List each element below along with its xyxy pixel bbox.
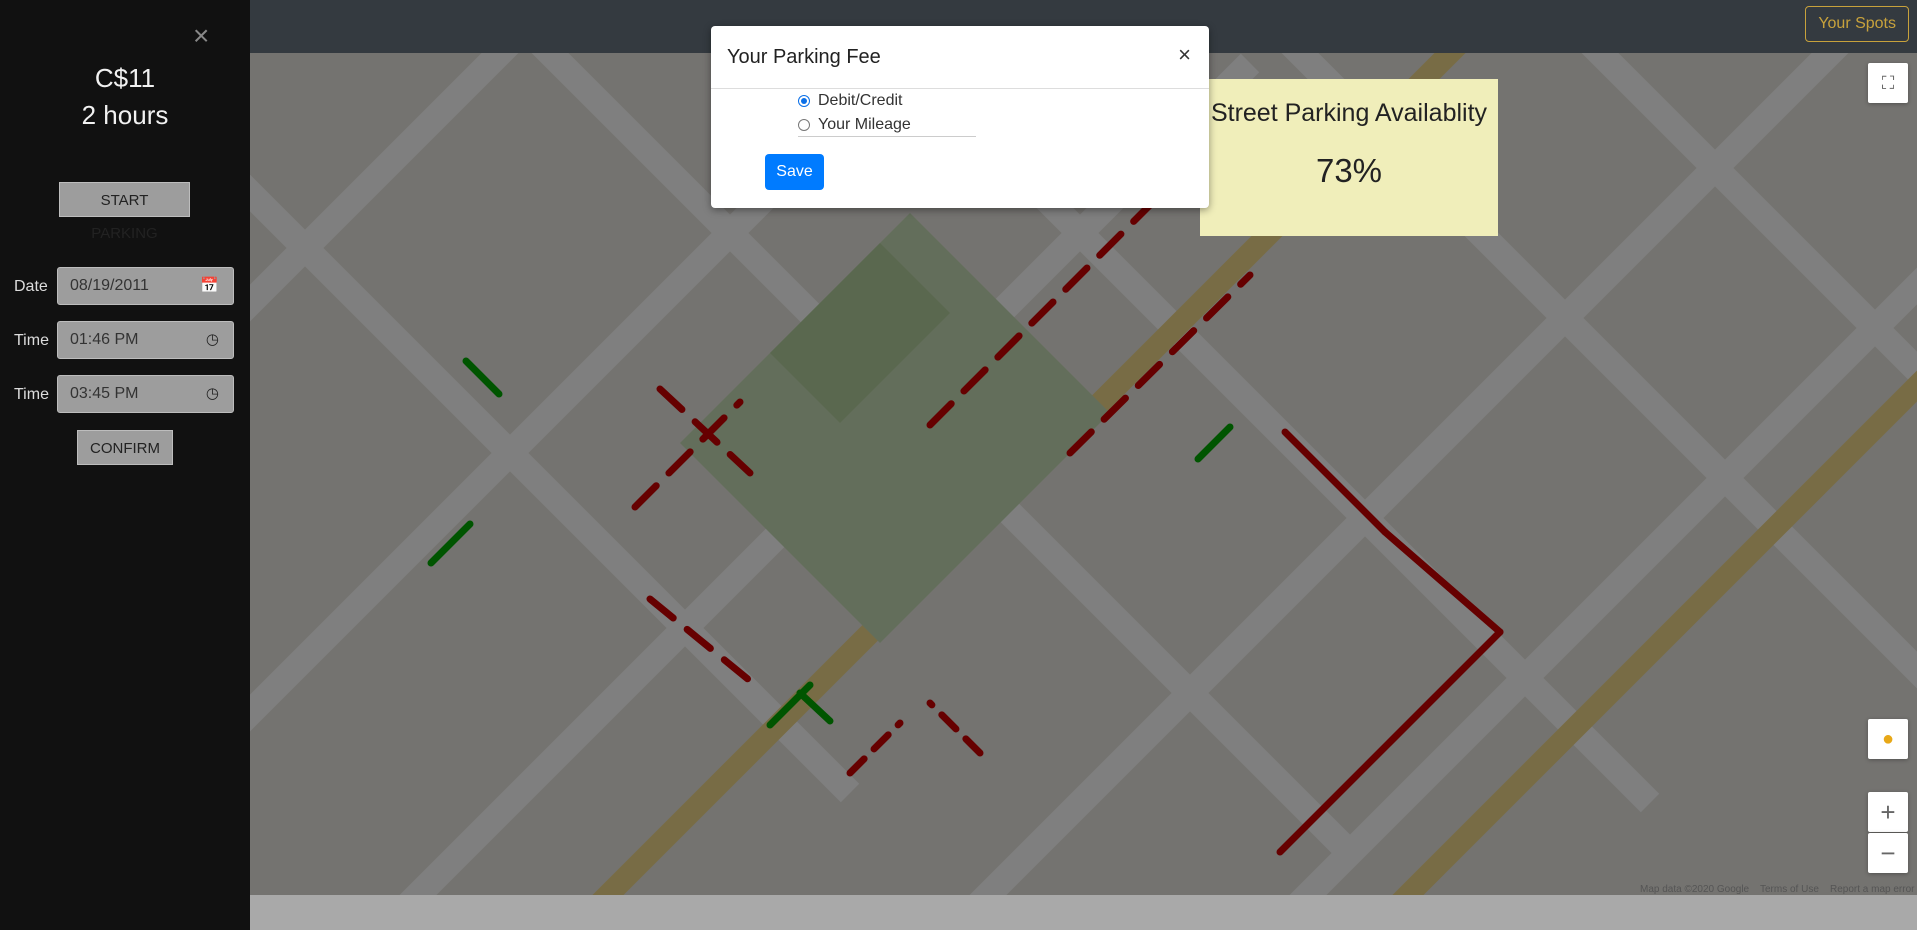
calendar-icon[interactable]: 📅 bbox=[200, 268, 219, 304]
start-time-value: 01:46 PM bbox=[70, 331, 139, 348]
modal-title: Your Parking Fee bbox=[727, 46, 881, 68]
parking-duration: 2 hours bbox=[81, 100, 169, 130]
your-spots-button[interactable]: Your Spots bbox=[1805, 6, 1909, 42]
modal-close-icon[interactable]: × bbox=[1178, 44, 1191, 66]
pegman-icon: ● bbox=[1881, 727, 1895, 750]
street-parking-availability-card: Street Parking Availablity 73% bbox=[1200, 79, 1498, 236]
pegman-button[interactable]: ● bbox=[1868, 719, 1908, 759]
terms-of-use-link[interactable]: Terms of Use bbox=[1760, 884, 1819, 895]
parking-fee-modal: Your Parking Fee × Debit/Credit Your Mil… bbox=[711, 26, 1209, 208]
fullscreen-button[interactable]: ⛶ bbox=[1868, 63, 1908, 103]
save-button[interactable]: Save bbox=[765, 154, 824, 190]
start-parking-button[interactable]: START PARKING bbox=[59, 182, 190, 242]
debit-credit-option[interactable]: Debit/Credit bbox=[798, 92, 902, 110]
date-label: Date bbox=[14, 278, 48, 295]
date-value: 08/19/2011 bbox=[70, 277, 149, 294]
minus-icon: − bbox=[1880, 837, 1896, 868]
debit-credit-radio[interactable] bbox=[798, 95, 810, 107]
map-data-credit: Map data ©2020 Google bbox=[1640, 884, 1750, 895]
report-map-error-link[interactable]: Report a map error bbox=[1830, 884, 1914, 895]
options-underline bbox=[798, 136, 976, 137]
parking-sidebar: × C$11 2 hours START PARKING Date 08/19/… bbox=[0, 0, 250, 930]
plus-icon: + bbox=[1880, 796, 1896, 827]
start-time-input[interactable]: 01:46 PM ◷ bbox=[57, 321, 234, 359]
zoom-in-button[interactable]: + bbox=[1868, 792, 1908, 832]
availability-percent: 73% bbox=[1315, 152, 1383, 189]
parking-price: C$11 bbox=[94, 63, 156, 93]
fullscreen-icon: ⛶ bbox=[1881, 72, 1895, 93]
debit-credit-label: Debit/Credit bbox=[818, 92, 903, 109]
price-summary: C$11 2 hours bbox=[0, 60, 250, 134]
your-mileage-radio[interactable] bbox=[798, 119, 810, 131]
clock-icon[interactable]: ◷ bbox=[206, 376, 219, 412]
start-time-label: Time bbox=[14, 332, 49, 349]
zoom-out-button[interactable]: − bbox=[1868, 833, 1908, 873]
end-time-label: Time bbox=[14, 386, 49, 403]
confirm-button[interactable]: CONFIRM bbox=[77, 430, 173, 465]
your-mileage-label: Your Mileage bbox=[818, 116, 911, 133]
clock-icon[interactable]: ◷ bbox=[206, 322, 219, 358]
end-time-value: 03:45 PM bbox=[70, 385, 139, 402]
sidebar-close-icon[interactable]: × bbox=[193, 22, 209, 50]
date-input[interactable]: 08/19/2011 📅 bbox=[57, 267, 234, 305]
end-time-input[interactable]: 03:45 PM ◷ bbox=[57, 375, 234, 413]
availability-title: Street Parking Availablity bbox=[1210, 99, 1488, 127]
your-mileage-option[interactable]: Your Mileage bbox=[798, 116, 911, 134]
modal-divider bbox=[711, 88, 1209, 89]
